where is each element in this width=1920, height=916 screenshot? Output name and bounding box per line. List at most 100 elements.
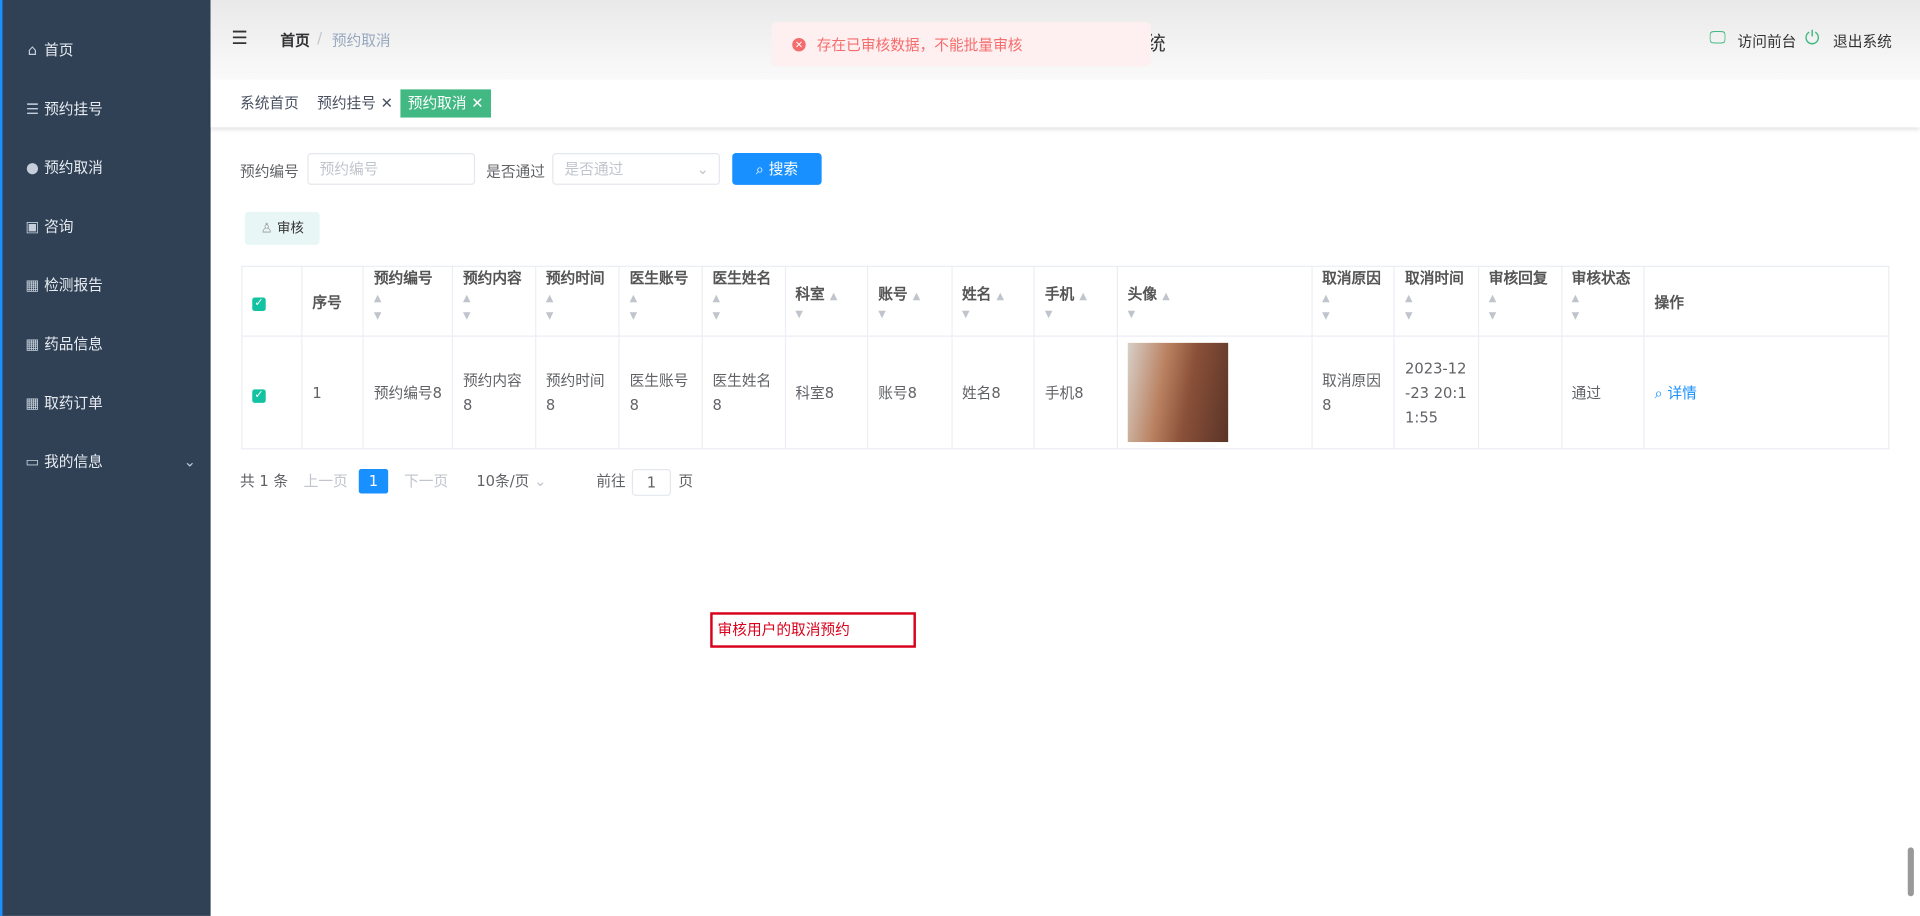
column-header[interactable]: 取消原因 ▲ ▼ [1311,265,1396,337]
tag-appointment[interactable]: 预约挂号 ✕ [310,89,400,117]
column-title: 审核状态 [1571,269,1631,287]
audit-button[interactable]: ♙ 审核 [244,211,320,245]
avatar [1127,342,1229,443]
column-header[interactable]: 账号 ▲ ▼ [867,265,953,337]
column-header[interactable]: 医生账号 ▲ ▼ [618,265,703,337]
menu-icon: ▦ [25,335,40,353]
sort-icon[interactable]: ▲ ▼ [463,293,471,321]
table-cell: 医生姓名8 [701,335,786,450]
sort-icon[interactable]: ▲ ▼ [1322,293,1330,321]
column-header[interactable]: 预约时间 ▲ ▼ [534,265,620,337]
data-table: ✓ 序号 预约编号 ▲ ▼ 预约内容 ▲ ▼ 预约时间 ▲ ▼ 医生账号 ▲ ▼ 医生姓名 ▲ ▼ 科室 ▲ ▼ 账号… [241,265,1890,450]
sidebar-item-label: 首页 [44,41,74,59]
prev-page-button[interactable]: 上一页 [304,469,348,493]
column-title: 取消时间 [1405,269,1464,287]
menu-icon: ▦ [25,394,40,412]
avatar-cell [1116,335,1313,450]
chevron-down-icon: ⌄ [183,453,196,471]
logout-link[interactable]: 退出系统 [1833,31,1892,52]
sidebar-item-1[interactable]: ☰ 预约挂号 [24,97,195,121]
breadcrumb-home[interactable]: 首页 [280,29,309,50]
sidebar-item-3[interactable]: ▣ 咨询 [24,214,195,238]
sidebar-item-6[interactable]: ▦ 取药订单 [24,391,195,415]
sort-icon[interactable]: ▲ ▼ [546,293,554,321]
next-page-button[interactable]: 下一页 [404,469,448,493]
column-header[interactable]: 医生姓名 ▲ ▼ [701,265,786,337]
chevron-down-icon: ⌄ [696,160,709,178]
tag-appointment-cancel[interactable]: 预约取消 ✕ [400,89,491,118]
sort-icon[interactable]: ▲ ▼ [1489,293,1497,321]
page-1-button[interactable]: 1 [358,468,389,494]
table-cell: 预约内容8 [451,335,537,450]
sidebar: ⌂ 首页 ☰ 预约挂号 ● 预约取消 ▣ 咨询 ▦ 检测报告 ▦ 药品信息 ▦ 取药订单 ▭ 我的信息 ⌄ [0,0,211,916]
sidebar-item-2[interactable]: ● 预约取消 [24,156,195,180]
table-cell: 取消原因8 [1311,335,1396,450]
column-header[interactable]: 手机 ▲ ▼ [1033,265,1118,337]
sidebar-item-label: 取药订单 [44,394,103,412]
table-cell: 科室8 [784,335,869,450]
power-icon[interactable]: ⏻ [1805,27,1820,49]
tag-system-home[interactable]: 系统首页 [233,89,306,117]
appointment-no-input[interactable]: 预约编号 [307,153,476,185]
breadcrumb-current: 预约取消 [331,31,391,49]
annotation-box: 审核用户的取消预约 [710,612,916,648]
table-cell: 预约编号8 [362,335,454,450]
table-cell: 预约时间8 [534,335,620,450]
column-title: 预约内容 [462,269,522,287]
column-title: 取消原因 [1322,269,1381,287]
column-title: 审核回复 [1488,269,1548,287]
user-icon: ♙ [260,220,273,237]
table-cell: 1 [301,335,365,450]
column-header[interactable]: 审核回复 ▲ ▼ [1477,265,1562,337]
goto-page-input[interactable]: 1 [631,468,672,496]
column-title: 预约编号 [373,269,433,287]
column-header[interactable]: 序号 [301,265,365,337]
column-title: 科室 [795,284,825,302]
sidebar-item-label: 药品信息 [44,335,103,353]
tags-bar: 系统首页 预约挂号 ✕ 预约取消 ✕ [210,79,1920,128]
column-header[interactable]: 操作 [1643,265,1890,337]
table-row: ✓ 1 预约编号8 预约内容8 预约时间8 医生账号8 医生姓名8 科室8 账号8 姓名8 手机8 取… [241,335,1890,450]
column-header[interactable]: 预约编号 ▲ ▼ [362,265,454,337]
column-title: 医生账号 [629,269,689,287]
monitor-icon[interactable]: 🖵 [1709,28,1726,48]
sort-icon[interactable]: ▲ ▼ [1572,293,1580,321]
scrollbar[interactable] [1907,847,1914,897]
hamburger-icon[interactable]: ☰ [231,27,247,49]
goto-label: 前往 [596,472,626,490]
page-size-select[interactable]: 10条/页 ⌄ [476,469,552,493]
sidebar-item-5[interactable]: ▦ 药品信息 [24,332,195,356]
column-header[interactable]: 取消时间 ▲ ▼ [1394,265,1479,337]
sidebar-item-label: 预约挂号 [44,100,103,118]
sidebar-item-7[interactable]: ▭ 我的信息 ⌄ [24,449,196,473]
sort-icon[interactable]: ▲ ▼ [712,293,720,321]
sort-icon[interactable]: ▲ ▼ [374,293,382,321]
passed-select[interactable]: 是否通过 ⌄ [552,153,721,185]
menu-icon: ☰ [25,100,40,118]
detail-button[interactable]: ⌕ 详情 [1655,384,1697,401]
column-title: 账号 [878,284,908,302]
row-checkbox[interactable]: ✓ [252,388,266,403]
visit-front-link[interactable]: 访问前台 [1738,31,1797,52]
column-title: 操作 [1654,293,1684,311]
sort-icon[interactable]: ▲ ▼ [1405,293,1413,321]
sidebar-item-0[interactable]: ⌂ 首页 [24,38,195,62]
table-cell [1477,335,1562,450]
column-header[interactable]: 姓名 ▲ ▼ [950,265,1036,337]
column-header[interactable]: 头像 ▲ ▼ [1116,265,1313,337]
column-header[interactable]: 科室 ▲ ▼ [784,265,869,337]
column-header[interactable]: 预约内容 ▲ ▼ [451,265,537,337]
sidebar-item-4[interactable]: ▦ 检测报告 [24,273,195,297]
table-cell: 2023-12-23 20:11:55 [1394,335,1479,450]
table-cell: 通过 [1560,335,1645,450]
menu-icon: ● [26,159,39,177]
column-header[interactable]: 审核状态 ▲ ▼ [1560,265,1645,337]
search-button[interactable]: ⌕ 搜索 [732,153,822,185]
select-all-checkbox[interactable]: ✓ [252,296,266,311]
detail-label: 详情 [1667,383,1697,402]
column-title: 医生姓名 [712,269,772,287]
table-header-row: ✓ 序号 预约编号 ▲ ▼ 预约内容 ▲ ▼ 预约时间 ▲ ▼ 医生账号 ▲ ▼ 医生姓名 ▲ ▼ 科室 ▲ ▼ 账号… [241,265,1890,337]
sort-icon[interactable]: ▲ ▼ [630,293,638,321]
column-title: 预约时间 [545,269,605,287]
page-unit-label: 页 [678,472,694,490]
